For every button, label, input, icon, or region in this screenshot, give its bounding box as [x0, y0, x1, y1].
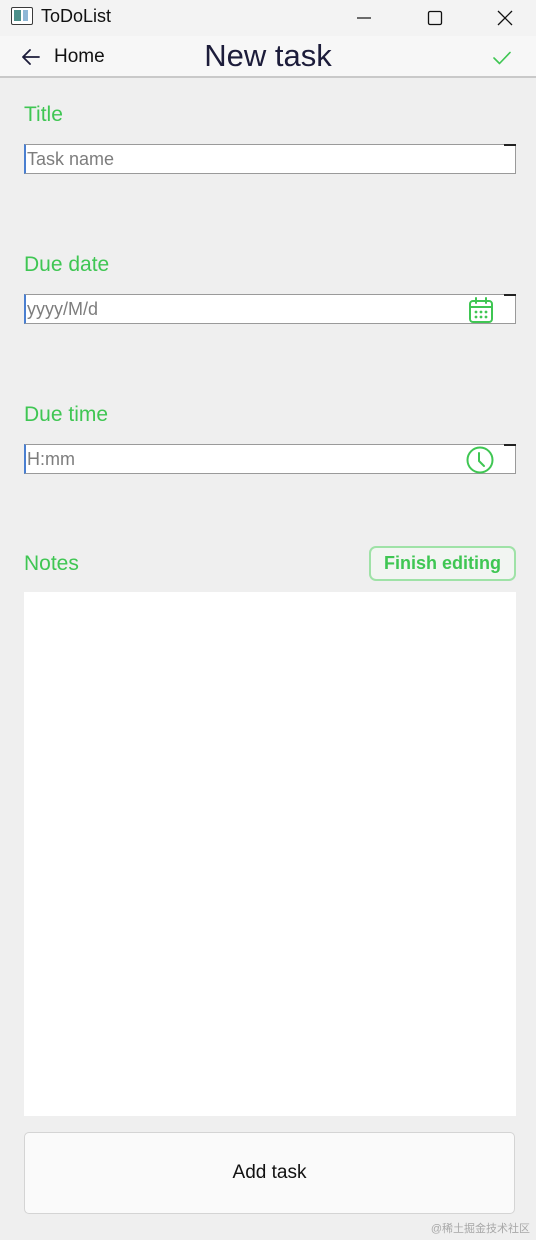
due-time-label: Due time — [24, 403, 109, 426]
add-task-label: Add task — [232, 1162, 307, 1183]
back-button-label: Home — [54, 46, 105, 67]
arrow-left-icon — [22, 49, 40, 65]
notes-label: Notes — [24, 552, 79, 575]
navigation-bar: New task Home — [0, 36, 536, 78]
maximize-icon — [427, 10, 443, 26]
due-date-field[interactable] — [24, 294, 516, 324]
checkmark-icon — [493, 51, 511, 65]
maximize-button[interactable] — [399, 0, 471, 36]
due-date-input[interactable] — [26, 295, 515, 323]
confirm-button[interactable] — [488, 46, 516, 70]
add-task-button[interactable]: Add task — [24, 1132, 515, 1214]
due-time-input[interactable] — [26, 445, 515, 473]
notes-textarea[interactable] — [24, 592, 516, 1116]
field-corner-mark — [504, 444, 516, 446]
finish-editing-button[interactable]: Finish editing — [369, 546, 516, 581]
due-time-field[interactable] — [24, 444, 516, 474]
field-corner-mark — [504, 294, 516, 296]
title-label: Title — [24, 103, 63, 126]
field-corner-mark — [504, 144, 516, 146]
window-title: ToDoList — [41, 6, 112, 26]
due-date-label: Due date — [24, 253, 110, 276]
minimize-button[interactable] — [328, 0, 400, 36]
close-button[interactable] — [469, 0, 536, 36]
minimize-icon — [357, 17, 371, 19]
app-window-icon — [11, 7, 33, 25]
title-input[interactable] — [26, 145, 515, 173]
clock-icon[interactable] — [466, 446, 494, 474]
calendar-icon[interactable] — [467, 296, 495, 324]
watermark: @稀土掘金技术社区 — [430, 1223, 530, 1235]
close-icon — [497, 10, 513, 26]
window-titlebar: ToDoList — [0, 0, 536, 36]
back-home-button[interactable]: Home — [22, 36, 105, 78]
title-field[interactable] — [24, 144, 516, 174]
